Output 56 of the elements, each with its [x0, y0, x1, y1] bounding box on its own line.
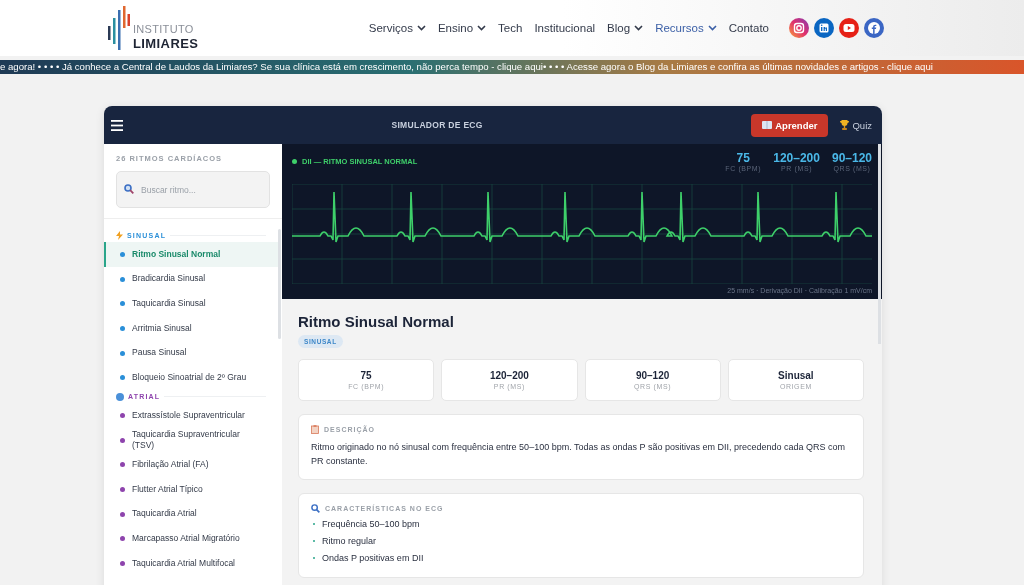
- instagram-icon[interactable]: [789, 18, 809, 38]
- search-icon: [311, 503, 320, 513]
- clipboard-icon: [311, 425, 319, 434]
- rhythm-title: Ritmo Sinusal Normal: [298, 313, 455, 330]
- circle-icon: [116, 392, 124, 401]
- reading-value: 90–120: [831, 152, 872, 164]
- nav-link[interactable]: Institucional: [534, 22, 596, 34]
- rhythm-list-item[interactable]: Taquicardia Atrial: [104, 501, 278, 527]
- feature-text: Frequência 50–100 bpm: [322, 519, 420, 530]
- rhythm-list-item[interactable]: Bloqueio Sinoatrial de 2º Grau: [104, 365, 278, 391]
- nav-link[interactable]: Contato: [728, 22, 769, 34]
- facebook-icon[interactable]: [864, 18, 884, 38]
- stat-value: 90–120: [635, 370, 670, 381]
- site-logo[interactable]: INSTITUTO LIMIARES: [108, 6, 199, 50]
- trophy-icon: [840, 120, 850, 130]
- rhythm-list-item[interactable]: Taquicardia Sinusal: [104, 291, 278, 317]
- reading-value: 75: [736, 152, 750, 164]
- rhythm-list-item[interactable]: Fibrilação Atrial (FA): [104, 452, 278, 478]
- feature-text: Ritmo regular: [322, 536, 377, 547]
- rhythm-list-item[interactable]: Flutter Atrial Típico: [104, 477, 278, 502]
- nav-link[interactable]: Recursos: [655, 22, 717, 34]
- book-icon: [762, 121, 773, 129]
- rhythm-list-item[interactable]: Bradicardia Sinusal: [104, 266, 278, 292]
- rhythm-list-item[interactable]: Marcapasso Atrial Migratório: [104, 526, 278, 552]
- rhythm-list-item[interactable]: Taquicardia Supraventricular (TSV): [104, 427, 278, 453]
- nav-link[interactable]: Ensino: [437, 22, 487, 34]
- rhythm-list-item[interactable]: Ritmo Sinusal Normal: [104, 242, 278, 267]
- feature-text: Ondas P positivas em DII: [322, 553, 424, 564]
- quiz-button[interactable]: Quiz: [840, 119, 872, 131]
- search-field[interactable]: Buscar ritmo...: [116, 171, 270, 208]
- logo-title: LIMIARES: [133, 37, 199, 50]
- rhythm-list-item[interactable]: Arritmia Sinusal: [104, 316, 278, 341]
- live-dot-icon: [292, 159, 297, 164]
- learn-button[interactable]: Aprender: [751, 113, 829, 137]
- lightning-icon: [116, 231, 123, 240]
- logo-bars-icon: [108, 6, 130, 50]
- nav-link[interactable]: Blog: [607, 22, 644, 34]
- announcement-ticker[interactable]: e agora! • • • • Já conhece a Central de Laudos da Limiares? Se sua clínica está em crescimento, não perca tempo - clique aqui• • • • Acesse agora o Blog da Limiares e confira as últimas novidades e artigos - clique aqui: [0, 60, 1024, 74]
- nav-link[interactable]: Tech: [498, 22, 523, 34]
- app-title: SIMULADOR DE ECG: [391, 120, 483, 130]
- stat-value: 120–200: [489, 370, 529, 381]
- stat-value: Sinusal: [778, 370, 814, 381]
- linkedin-icon[interactable]: [814, 18, 834, 38]
- scrollbar[interactable]: [878, 144, 881, 344]
- youtube-icon[interactable]: [839, 18, 859, 38]
- stat-value: 75: [360, 370, 372, 381]
- reading-value: 120–200: [773, 152, 820, 164]
- menu-icon[interactable]: [111, 119, 123, 131]
- logo-subtitle: INSTITUTO: [133, 24, 195, 35]
- rhythm-list-item[interactable]: Taquicardia Atrial Multifocal: [104, 551, 278, 576]
- description-text: Ritmo originado no nó sinusal com frequência entre 50–100 bpm. Todas as ondas P são positivas em DII, precedendo cada QRS com PR constante.: [311, 441, 846, 469]
- search-icon: [124, 184, 134, 194]
- scrollbar[interactable]: [278, 229, 281, 339]
- rhythm-list-item[interactable]: Pausa Sinusal: [104, 340, 278, 366]
- rhythm-list-item[interactable]: Extrassístole Supraventricular: [104, 403, 278, 428]
- nav-link[interactable]: Serviços: [368, 22, 426, 34]
